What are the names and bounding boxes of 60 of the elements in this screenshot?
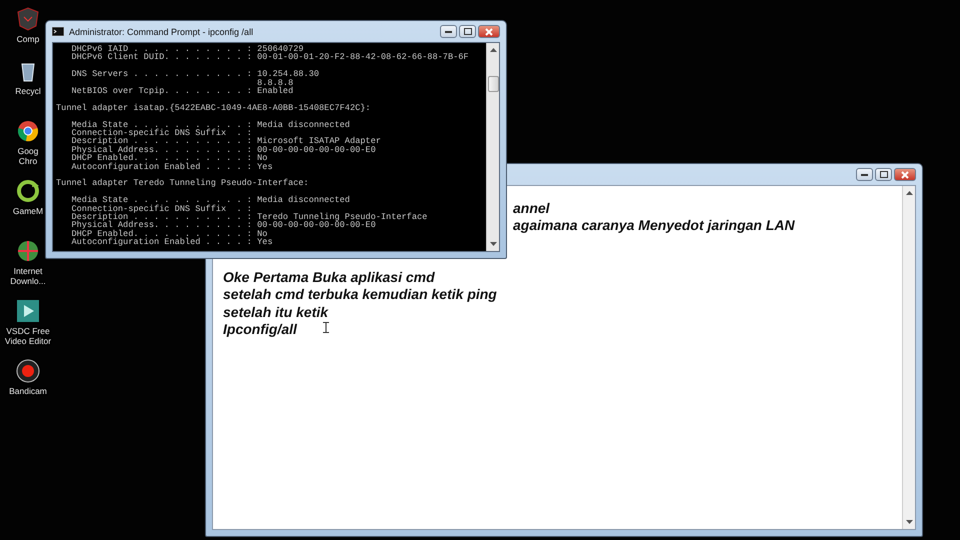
circular-arrows-icon bbox=[14, 178, 41, 204]
vertical-scrollbar[interactable] bbox=[486, 43, 499, 251]
desktop-icon-label[interactable]: VSDC Free Video Editor bbox=[4, 326, 52, 346]
maximize-button[interactable] bbox=[459, 25, 476, 38]
text-line: agaimana caranya Menyedot jaringan LAN bbox=[513, 217, 795, 235]
console-line: Physical Address. . . . . . . . . : 00-00-00-00-00-00-00-E0 bbox=[70, 221, 377, 230]
console-line: Tunnel adapter Teredo Tunneling Pseudo-Interface: bbox=[56, 179, 310, 188]
minimize-icon bbox=[861, 173, 868, 176]
maximize-icon bbox=[464, 28, 472, 35]
browser-icon bbox=[15, 118, 41, 144]
minimize-icon bbox=[445, 30, 452, 33]
desktop-icon-label[interactable]: Comp bbox=[16, 34, 40, 44]
console-line: Description . . . . . . . . . . . : Teredo Tunneling Pseudo-Interface bbox=[70, 213, 428, 222]
desktop-icon-label[interactable]: Bandicam bbox=[9, 386, 47, 396]
close-button[interactable] bbox=[478, 25, 500, 38]
scroll-down-icon[interactable] bbox=[906, 520, 912, 525]
minimize-button[interactable] bbox=[856, 168, 873, 181]
scroll-up-icon[interactable] bbox=[490, 47, 496, 52]
scroll-down-icon[interactable] bbox=[490, 242, 496, 247]
console-line: DHCP Enabled. . . . . . . . . . . : No bbox=[70, 230, 268, 238]
text-line: Oke Pertama Buka aplikasi cmd bbox=[223, 269, 435, 286]
console-line: Connection-specific DNS Suffix . : bbox=[70, 129, 253, 138]
console-line: Media State . . . . . . . . . . . : Media disconnected bbox=[70, 120, 351, 130]
scroll-thumb[interactable] bbox=[488, 76, 498, 92]
close-icon bbox=[901, 170, 909, 178]
text-line: Ipconfig/all bbox=[223, 321, 297, 338]
emblem-icon bbox=[15, 6, 41, 32]
desktop-icon-label[interactable]: GameM bbox=[12, 206, 44, 216]
console-line: DHCP Enabled. . . . . . . . . . . : No bbox=[70, 154, 268, 163]
window-title: Administrator: Command Prompt - ipconfig /all bbox=[69, 26, 254, 36]
close-icon bbox=[485, 28, 493, 36]
console-line: Autoconfiguration Enabled . . . . : Yes bbox=[70, 238, 274, 247]
console-line: NetBIOS over Tcpip. . . . . . . . : Enabled bbox=[70, 87, 294, 96]
scroll-up-icon[interactable] bbox=[906, 190, 912, 195]
console-line: DHCPv6 Client DUID. . . . . . . . : 00-01-00-01-20-F2-88-42-08-62-66-88-7B-6F bbox=[70, 53, 470, 62]
console-line: DHCPv6 IAID . . . . . . . . . . . : 250640729 bbox=[70, 45, 304, 54]
minimize-button[interactable] bbox=[440, 25, 457, 38]
console-line: Tunnel adapter isatap.{5422EABC-1049-4AE8-A0BB-15408EC7F42C}: bbox=[56, 104, 372, 112]
text-line: setelah cmd terbuka kemudian ketik ping bbox=[223, 286, 497, 304]
text-line: setelah itu ketik bbox=[223, 304, 328, 322]
close-button[interactable] bbox=[894, 168, 916, 181]
text-cursor-icon bbox=[323, 322, 329, 333]
desktop-icon-label[interactable]: Internet Downlo... bbox=[10, 266, 46, 286]
record-icon bbox=[15, 358, 41, 384]
console-line: Autoconfiguration Enabled . . . . : Yes bbox=[70, 162, 274, 172]
globe-icon bbox=[15, 238, 41, 264]
maximize-icon bbox=[880, 171, 888, 178]
console-line: 8.8.8.8 bbox=[256, 78, 294, 88]
console-line: Description . . . . . . . . . . . : Microsoft ISATAP Adapter bbox=[70, 137, 382, 146]
film-icon bbox=[15, 298, 41, 324]
text-line: annel bbox=[513, 200, 550, 218]
console-line: Media State . . . . . . . . . . . : Media disconnected bbox=[70, 196, 351, 205]
console-line: DNS Servers . . . . . . . . . . . : 10.254.88.30 bbox=[70, 70, 320, 79]
desktop-icon-label[interactable]: Goog Chro bbox=[18, 146, 38, 166]
console-line: Connection-specific DNS Suffix . : bbox=[70, 204, 253, 214]
console-line: Physical Address. . . . . . . . . : 00-00-00-00-00-00-00-E0 bbox=[70, 146, 376, 154]
maximize-button[interactable] bbox=[875, 168, 892, 181]
vertical-scrollbar[interactable] bbox=[902, 186, 915, 529]
console-icon bbox=[52, 27, 64, 36]
desktop-icon-label[interactable]: Recycl bbox=[15, 86, 41, 96]
